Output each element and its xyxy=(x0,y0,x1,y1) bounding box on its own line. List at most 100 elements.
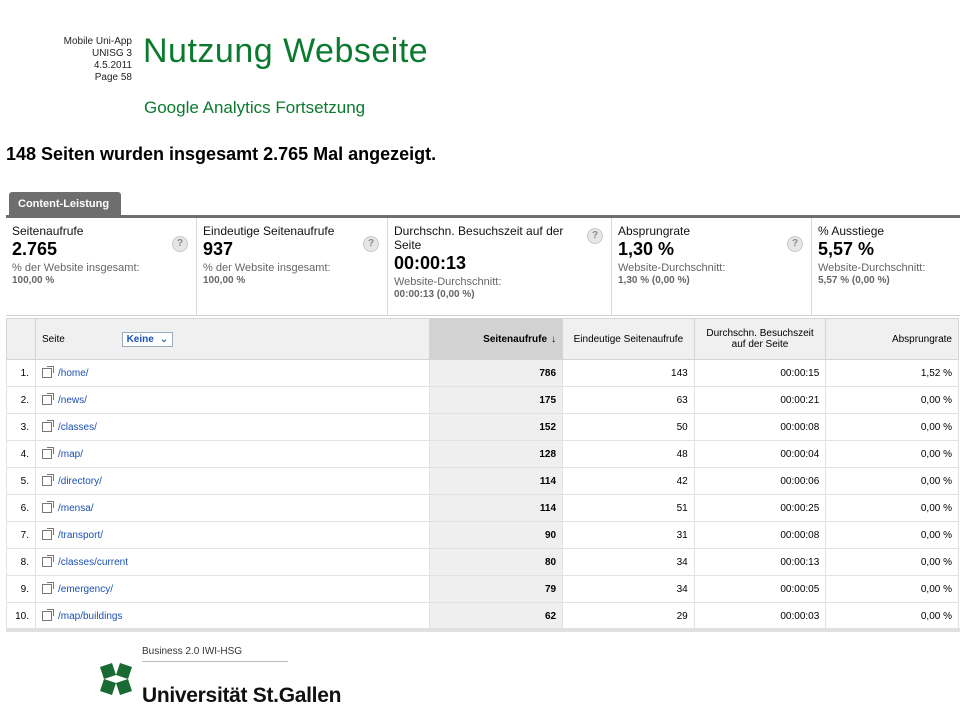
open-page-icon[interactable] xyxy=(41,500,54,513)
row-unique: 34 xyxy=(562,548,695,576)
metric-sub: % der Website insgesamt: xyxy=(203,262,331,274)
open-page-icon[interactable] xyxy=(41,365,54,378)
page-link[interactable]: /classes/current xyxy=(58,557,128,568)
open-page-icon[interactable] xyxy=(41,419,54,432)
page-link[interactable]: /classes/ xyxy=(58,422,97,433)
open-page-icon[interactable] xyxy=(41,527,54,540)
row-pageviews: 786 xyxy=(429,359,564,387)
row-index: 9. xyxy=(6,575,36,603)
segment-value: Keine xyxy=(126,333,154,345)
header-page: Seite Keine ⌄ xyxy=(34,318,431,360)
open-page-icon[interactable] xyxy=(41,392,54,405)
row-page: /home/ xyxy=(34,359,431,387)
row-time: 00:00:05 xyxy=(693,575,827,603)
page-link[interactable]: /transport/ xyxy=(58,530,103,541)
page-link[interactable]: /emergency/ xyxy=(58,584,113,595)
help-icon[interactable]: ? xyxy=(787,236,803,252)
slide-meta: Mobile Uni-App UNISG 3 4.5.2011 Page 58 xyxy=(40,36,132,84)
row-page: /transport/ xyxy=(34,521,431,549)
table-row: 3. /classes/152 50 00:00:08 0,00 % xyxy=(6,413,959,441)
row-page: /classes/ xyxy=(34,413,431,441)
summary-text: 148 Seiten wurden insgesamt 2.765 Mal an… xyxy=(6,144,437,164)
row-index: 6. xyxy=(6,494,36,522)
row-bounce: 0,00 % xyxy=(825,494,959,522)
open-page-icon[interactable] xyxy=(41,554,54,567)
row-bounce: 0,00 % xyxy=(825,386,959,414)
row-index: 7. xyxy=(6,521,36,549)
metric-label: % Ausstiege xyxy=(818,224,885,238)
table-row: 9. /emergency/79 34 00:00:05 0,00 % xyxy=(6,575,959,603)
header-pageviews-label: Seitenaufrufe xyxy=(483,333,548,345)
header-unique[interactable]: Eindeutige Seitenaufrufe xyxy=(562,318,695,360)
row-index: 4. xyxy=(6,440,36,468)
meta-line: 4.5.2011 xyxy=(93,60,132,71)
tab-content-leistung[interactable]: Content-Leistung xyxy=(9,192,121,216)
metric-sub: % der Website insgesamt: xyxy=(12,262,140,274)
segment-dropdown[interactable]: Keine ⌄ xyxy=(121,331,174,347)
hsg-logo-icon xyxy=(98,661,134,697)
metric-value: 2.765 xyxy=(12,239,58,259)
row-time: 00:00:21 xyxy=(693,386,827,414)
row-unique: 50 xyxy=(562,413,695,441)
open-page-icon[interactable] xyxy=(41,608,54,621)
row-time: 00:00:25 xyxy=(693,494,827,522)
metric-besuchszeit: Durchschn. Besuchszeit auf der Seite 00:… xyxy=(388,218,612,315)
row-bounce: 0,00 % xyxy=(825,467,959,495)
metric-eindeutige: Eindeutige Seitenaufrufe 937 % der Websi… xyxy=(197,218,388,315)
row-page: /emergency/ xyxy=(34,575,431,603)
header-page-label: Seite xyxy=(41,333,65,345)
page-link[interactable]: /mensa/ xyxy=(58,503,94,514)
open-page-icon[interactable] xyxy=(41,581,54,594)
table-row: 2. /news/175 63 00:00:21 0,00 % xyxy=(6,386,959,414)
page-link[interactable]: /news/ xyxy=(58,395,87,406)
metric-label: Absprungrate xyxy=(618,224,691,238)
metric-sub-value: 5,57 % (0,00 %) xyxy=(818,275,890,286)
open-page-icon[interactable] xyxy=(41,446,54,459)
open-page-icon[interactable] xyxy=(41,473,54,486)
header-pageviews[interactable]: Seitenaufrufe ↓ xyxy=(429,318,564,360)
table-scrollbar[interactable] xyxy=(6,628,960,632)
table-row: 1. /home/786 143 00:00:15 1,52 % xyxy=(6,359,959,387)
row-time: 00:00:03 xyxy=(693,602,827,630)
row-pageviews: 90 xyxy=(429,521,564,549)
page-link[interactable]: /map/buildings xyxy=(58,611,122,622)
page-link[interactable]: /home/ xyxy=(58,368,89,379)
row-unique: 143 xyxy=(562,359,695,387)
row-pageviews: 62 xyxy=(429,602,564,630)
row-time: 00:00:08 xyxy=(693,521,827,549)
logo-name: Universität St.Gallen xyxy=(142,684,342,707)
row-unique: 29 xyxy=(562,602,695,630)
row-unique: 51 xyxy=(562,494,695,522)
page-link[interactable]: /directory/ xyxy=(58,476,102,487)
row-index: 1. xyxy=(6,359,36,387)
help-icon[interactable]: ? xyxy=(172,236,188,252)
header-bounce[interactable]: Absprungrate xyxy=(825,318,959,360)
table-row: 5. /directory/114 42 00:00:06 0,00 % xyxy=(6,467,959,495)
metric-sub: Website-Durchschnitt: xyxy=(618,262,726,274)
help-icon[interactable]: ? xyxy=(587,228,603,244)
metric-absprungrate: Absprungrate 1,30 % Website-Durchschnitt… xyxy=(612,218,812,315)
table-row: 6. /mensa/114 51 00:00:25 0,00 % xyxy=(6,494,959,522)
header-time[interactable]: Durchschn. Besuchszeit auf der Seite xyxy=(693,318,827,360)
metric-sub-value: 1,30 % (0,00 %) xyxy=(618,275,690,286)
metric-value: 937 xyxy=(203,239,234,259)
row-unique: 31 xyxy=(562,521,695,549)
metric-seitenaufrufe: Seitenaufrufe 2.765 % der Website insges… xyxy=(6,218,197,315)
metrics-panel: Seitenaufrufe 2.765 % der Website insges… xyxy=(6,218,960,316)
row-unique: 63 xyxy=(562,386,695,414)
row-index: 3. xyxy=(6,413,36,441)
chevron-down-icon: ⌄ xyxy=(159,333,169,345)
help-icon[interactable]: ? xyxy=(363,236,379,252)
logo-rule xyxy=(142,661,288,662)
university-logo: Business 2.0 IWI-HSG Universität St.Gall… xyxy=(98,646,341,710)
table-row: 7. /transport/90 31 00:00:08 0,00 % xyxy=(6,521,959,549)
row-bounce: 1,52 % xyxy=(825,359,959,387)
row-bounce: 0,00 % xyxy=(825,440,959,468)
row-time: 00:00:15 xyxy=(693,359,827,387)
row-unique: 48 xyxy=(562,440,695,468)
page-link[interactable]: /map/ xyxy=(58,449,83,460)
row-unique: 34 xyxy=(562,575,695,603)
metric-label: Eindeutige Seitenaufrufe xyxy=(203,224,335,238)
row-index: 10. xyxy=(6,602,36,630)
row-index: 5. xyxy=(6,467,36,495)
